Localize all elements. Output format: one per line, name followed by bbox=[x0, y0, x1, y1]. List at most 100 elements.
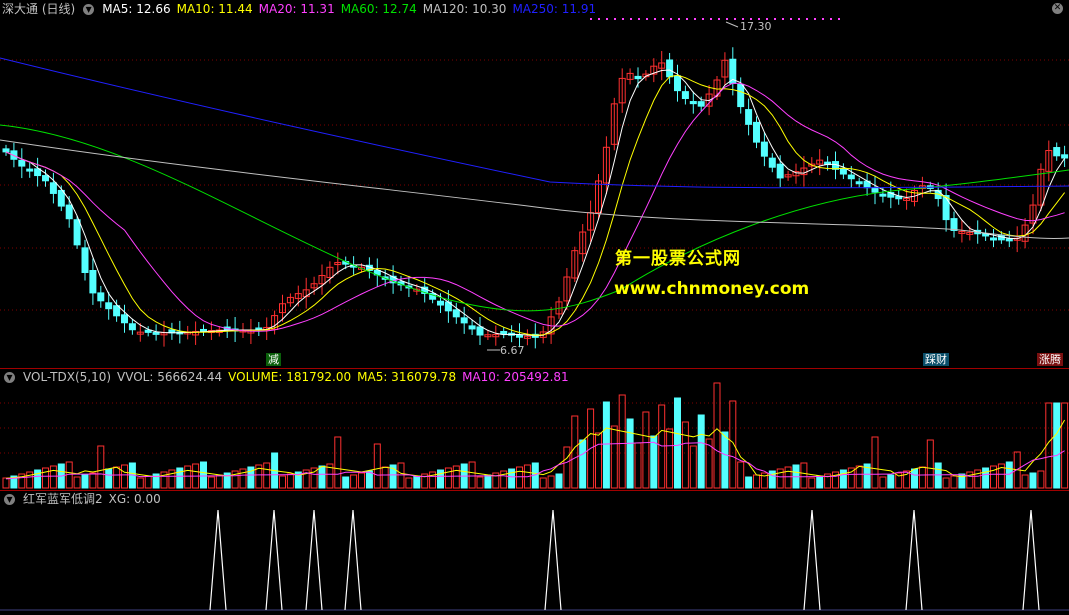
volume-bar bbox=[413, 475, 421, 489]
volume-bar bbox=[816, 475, 824, 489]
top-marker bbox=[838, 18, 840, 20]
xg-label: XG: 0.00 bbox=[108, 492, 161, 506]
top-marker bbox=[686, 18, 688, 20]
volume-bar bbox=[539, 477, 547, 489]
vol-ma5-label: MA5: 316079.78 bbox=[357, 370, 457, 384]
volume-bar bbox=[397, 462, 405, 489]
xg-title: 红军蓝军低调2 bbox=[23, 492, 103, 506]
volume-bar bbox=[1029, 472, 1037, 489]
volume-bar bbox=[729, 400, 737, 489]
candle-body bbox=[855, 181, 863, 185]
candle-body bbox=[460, 317, 468, 324]
volume-bar bbox=[713, 382, 721, 489]
signal-spike bbox=[544, 509, 562, 611]
candle-body bbox=[26, 168, 34, 172]
volume-bar bbox=[121, 464, 128, 489]
volume-bar bbox=[358, 472, 365, 489]
candle-body bbox=[1053, 147, 1061, 157]
volume-bar bbox=[808, 477, 816, 489]
top-marker bbox=[614, 18, 616, 20]
volume-bar bbox=[263, 462, 271, 489]
candle-body bbox=[681, 91, 689, 100]
volume-bar bbox=[666, 428, 674, 489]
volume-bar bbox=[365, 470, 373, 489]
top-marker bbox=[710, 18, 712, 20]
candle-body bbox=[990, 237, 997, 241]
top-marker bbox=[654, 18, 656, 20]
volume-bar bbox=[81, 474, 89, 489]
top-marker bbox=[678, 18, 680, 20]
candle-body bbox=[697, 101, 705, 107]
top-marker bbox=[806, 18, 808, 20]
volume-bar bbox=[674, 397, 681, 489]
ma20-label: MA20: 11.31 bbox=[258, 2, 335, 16]
top-marker bbox=[694, 18, 696, 20]
close-icon[interactable]: ✕ bbox=[1052, 3, 1063, 14]
volume-bar bbox=[1053, 402, 1061, 489]
volume-bar bbox=[484, 474, 492, 489]
volume-bar bbox=[113, 466, 121, 489]
candle-body bbox=[437, 300, 444, 306]
volume-bar bbox=[879, 476, 887, 489]
volume-bar bbox=[1061, 402, 1069, 489]
high-price-label: 17.30 bbox=[740, 20, 772, 33]
volume-bar bbox=[926, 439, 934, 489]
volume-panel-header: ▾ VOL-TDX(5,10) VVOL: 566624.44 VOLUME: … bbox=[0, 368, 569, 386]
volume-bar bbox=[136, 477, 144, 489]
candle-body bbox=[468, 325, 476, 330]
volume-bar bbox=[97, 445, 105, 489]
collapse-icon[interactable]: ▾ bbox=[4, 371, 15, 383]
candle-body bbox=[452, 309, 460, 318]
signal-chart[interactable] bbox=[0, 490, 1069, 615]
volume-bar bbox=[444, 467, 452, 489]
vol-ma10-label: MA10: 205492.81 bbox=[462, 370, 569, 384]
signal-panel[interactable]: ▾ 红军蓝军低调2 XG: 0.00 bbox=[0, 490, 1069, 615]
candle-body bbox=[42, 175, 49, 182]
candle-body bbox=[942, 195, 950, 221]
ma250-line bbox=[0, 57, 1069, 189]
volume-bar bbox=[784, 466, 792, 489]
volume-bar bbox=[207, 476, 215, 489]
volume-bar bbox=[516, 466, 523, 489]
top-marker bbox=[718, 18, 720, 20]
volume-bar bbox=[42, 467, 49, 489]
candle-body bbox=[81, 247, 89, 274]
ma10-label: MA10: 11.44 bbox=[176, 2, 253, 16]
candle-body bbox=[121, 314, 128, 324]
collapse-icon[interactable]: ▾ bbox=[83, 3, 95, 15]
signal-spike bbox=[803, 509, 821, 611]
volume-chart[interactable] bbox=[0, 368, 1069, 490]
volume-bar bbox=[911, 468, 918, 489]
price-panel[interactable]: 深大通 (日线) ▾ MA5: 12.66 MA10: 11.44 MA20: … bbox=[0, 0, 1069, 368]
volume-bar bbox=[642, 411, 650, 489]
volume-bar bbox=[468, 461, 476, 489]
watermark-title: 第一股票公式网 bbox=[615, 249, 741, 269]
top-marker bbox=[638, 18, 640, 20]
candle-body bbox=[476, 326, 484, 336]
candle-body bbox=[89, 270, 97, 294]
volume-bar bbox=[381, 466, 389, 489]
top-marker bbox=[726, 18, 728, 20]
top-marker bbox=[622, 18, 624, 20]
stock-title: 深大通 (日线) bbox=[2, 2, 76, 16]
collapse-icon[interactable]: ▾ bbox=[4, 493, 15, 505]
volume-bar bbox=[547, 475, 555, 489]
candle-body bbox=[2, 148, 10, 153]
candle-body bbox=[516, 334, 523, 338]
volume-bar bbox=[508, 468, 516, 489]
candle-body bbox=[847, 174, 855, 180]
top-marker bbox=[782, 18, 784, 20]
signal-spike bbox=[305, 509, 323, 611]
candle-body bbox=[73, 219, 81, 246]
volume-bar bbox=[279, 475, 286, 489]
ma250-label: MA250: 11.91 bbox=[512, 2, 597, 16]
volume-bar bbox=[626, 418, 634, 489]
price-chart[interactable] bbox=[0, 0, 1069, 368]
top-marker bbox=[830, 18, 832, 20]
volume-bar bbox=[342, 476, 350, 489]
volume-panel[interactable]: ▾ VOL-TDX(5,10) VVOL: 566624.44 VOLUME: … bbox=[0, 368, 1069, 490]
ma60-label: MA60: 12.74 bbox=[340, 2, 417, 16]
top-marker bbox=[734, 18, 736, 20]
volume-bar bbox=[215, 474, 223, 489]
candle-body bbox=[753, 121, 760, 143]
